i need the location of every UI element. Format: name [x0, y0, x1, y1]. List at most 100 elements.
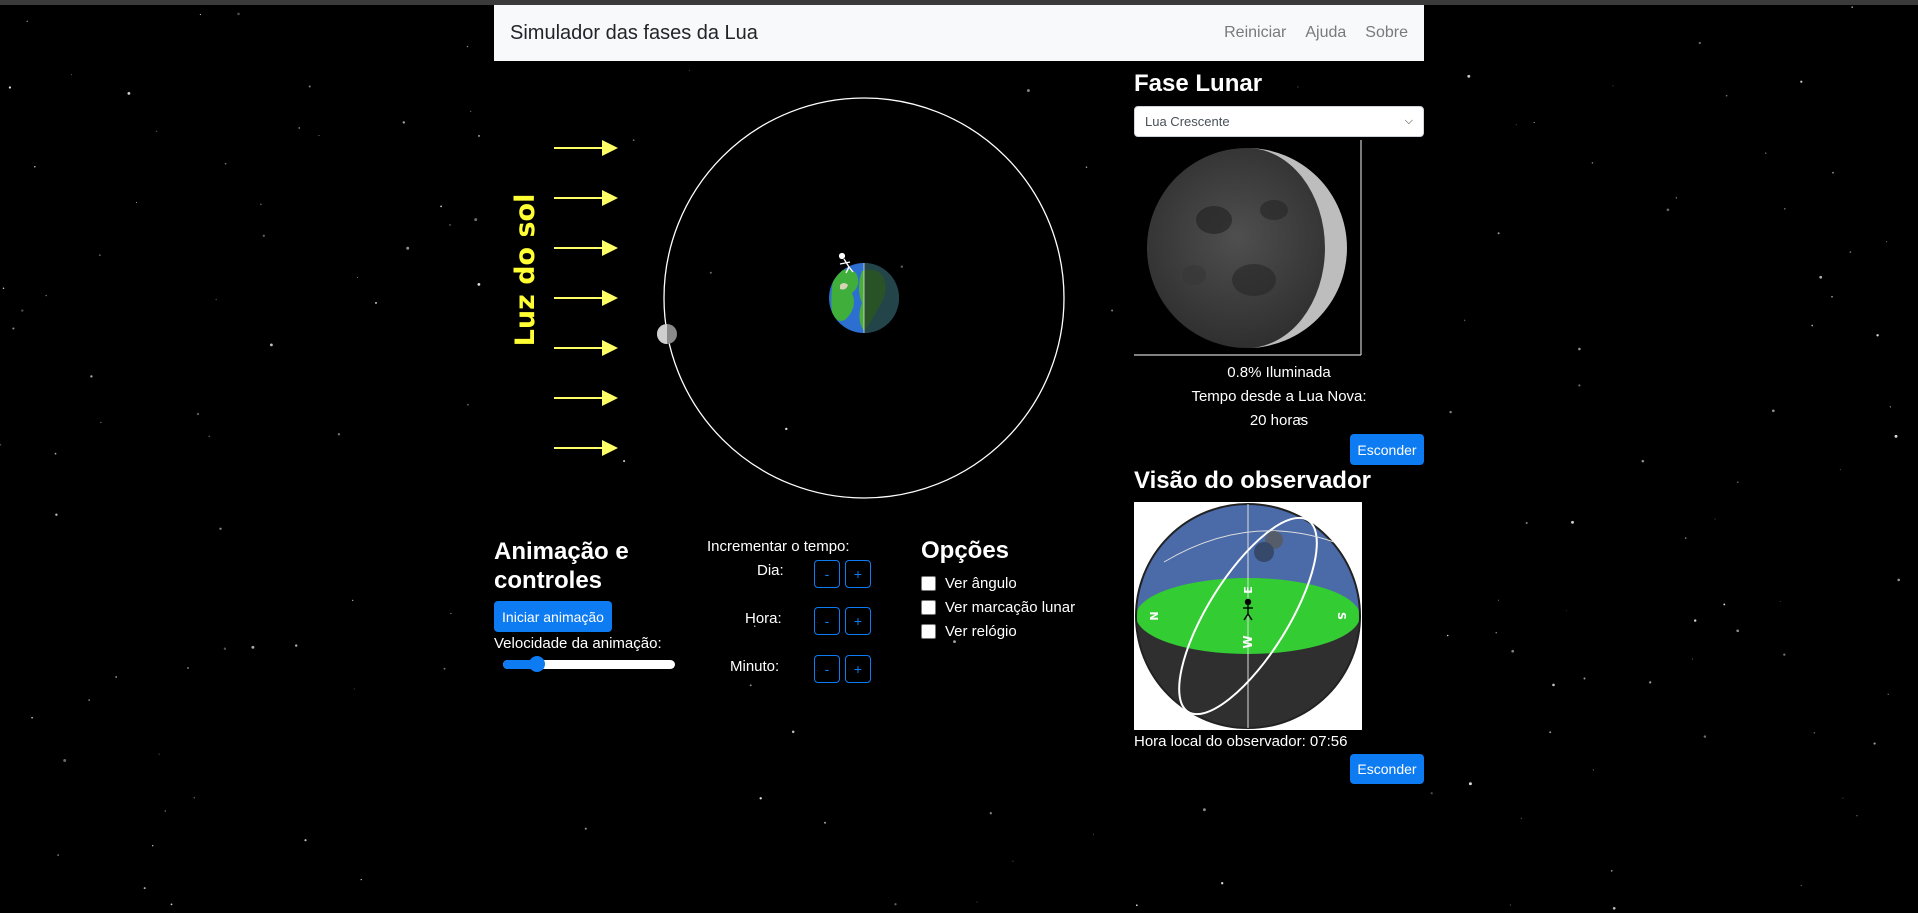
star	[1221, 882, 1224, 885]
star	[115, 676, 118, 678]
show-angle-checkbox[interactable]	[921, 576, 936, 591]
star	[1886, 241, 1888, 243]
star	[1897, 578, 1901, 582]
observer-local-time: Hora local do observador: 07:56	[1134, 733, 1348, 750]
star	[269, 343, 273, 347]
show-clock-checkbox[interactable]	[921, 624, 936, 639]
star	[1725, 94, 1728, 97]
compass-north: N	[1147, 611, 1160, 620]
star	[318, 135, 320, 137]
star	[223, 647, 227, 650]
phase-select[interactable]: Lua Crescente ⌵	[1134, 106, 1424, 137]
star	[63, 759, 67, 762]
star	[1714, 518, 1716, 520]
star	[1851, 6, 1854, 8]
star	[1811, 324, 1814, 327]
star	[1783, 653, 1786, 656]
star	[1849, 251, 1852, 253]
star	[1495, 632, 1497, 634]
star	[262, 234, 265, 237]
star	[337, 433, 341, 436]
start-animation-button[interactable]: Iniciar animação	[494, 601, 612, 632]
star	[1873, 742, 1876, 745]
minute-plus-button[interactable]: +	[845, 655, 871, 683]
star	[1694, 619, 1697, 622]
star	[251, 645, 255, 649]
star	[352, 599, 354, 602]
animation-speed-slider[interactable]	[503, 656, 675, 672]
show-clock-label[interactable]: Ver relógio	[945, 623, 1017, 640]
day-minus-button[interactable]: -	[814, 560, 840, 588]
star	[1468, 782, 1472, 786]
time-since-new-moon-value: 20 horas	[1249, 412, 1309, 429]
star	[1449, 410, 1452, 414]
star	[759, 797, 762, 800]
star	[1578, 347, 1581, 351]
star	[1430, 792, 1433, 795]
star	[1800, 884, 1802, 887]
star	[1578, 384, 1581, 387]
star	[1784, 208, 1786, 210]
star	[1832, 171, 1834, 174]
app-title[interactable]: Simulador das fases da Lua	[510, 22, 758, 45]
star	[90, 375, 93, 378]
nav-help-link[interactable]: Ajuda	[1305, 24, 1346, 42]
star	[304, 839, 307, 842]
star	[466, 403, 469, 406]
observer-view-heading: Visão do observador	[1134, 467, 1371, 494]
lunar-phase-heading: Fase Lunar	[1134, 70, 1263, 97]
star	[1876, 334, 1879, 337]
star	[100, 421, 102, 424]
star	[477, 282, 481, 286]
star	[215, 299, 217, 301]
star	[1736, 629, 1740, 633]
star	[894, 903, 897, 906]
show-angle-label[interactable]: Ver ângulo	[945, 575, 1017, 592]
hour-plus-button[interactable]: +	[845, 607, 871, 635]
star	[1446, 634, 1449, 637]
star	[1591, 162, 1594, 164]
star	[1467, 74, 1471, 78]
star	[71, 74, 73, 76]
star	[1610, 870, 1613, 872]
increment-day-label: Dia:	[757, 562, 784, 579]
nav-about-link[interactable]: Sobre	[1365, 24, 1408, 42]
hide-observer-button[interactable]: Esconder	[1350, 754, 1424, 784]
star	[237, 12, 240, 16]
star	[1520, 817, 1523, 819]
hide-phase-button[interactable]: Esconder	[1350, 434, 1424, 465]
animation-speed-label: Velocidade da animação:	[494, 635, 662, 652]
show-lunar-marker-label[interactable]: Ver marcação lunar	[945, 599, 1075, 616]
star	[26, 20, 28, 22]
star	[989, 812, 992, 815]
star	[402, 121, 405, 124]
nav-reset-link[interactable]: Reiniciar	[1224, 24, 1286, 42]
star	[143, 887, 146, 890]
star	[1515, 124, 1517, 126]
star	[1612, 85, 1614, 87]
star	[1692, 658, 1693, 660]
star	[1533, 121, 1535, 124]
star	[1549, 731, 1552, 734]
star	[1842, 797, 1844, 799]
star	[156, 130, 158, 132]
star	[1511, 649, 1515, 653]
star	[158, 753, 160, 755]
star	[1765, 152, 1767, 154]
star	[1894, 434, 1898, 438]
hour-minus-button[interactable]: -	[814, 607, 840, 635]
star	[152, 845, 154, 847]
star	[164, 810, 167, 812]
star	[196, 412, 200, 416]
moon[interactable]	[657, 324, 677, 344]
star	[375, 301, 377, 304]
show-lunar-marker-checkbox[interactable]	[921, 600, 936, 615]
star	[469, 110, 472, 113]
star	[2, 287, 5, 290]
minute-minus-button[interactable]: -	[814, 655, 840, 683]
day-plus-button[interactable]: +	[845, 560, 871, 588]
star	[219, 527, 222, 530]
sunlight-arrows	[554, 140, 618, 456]
star	[170, 903, 173, 906]
star	[584, 827, 587, 830]
